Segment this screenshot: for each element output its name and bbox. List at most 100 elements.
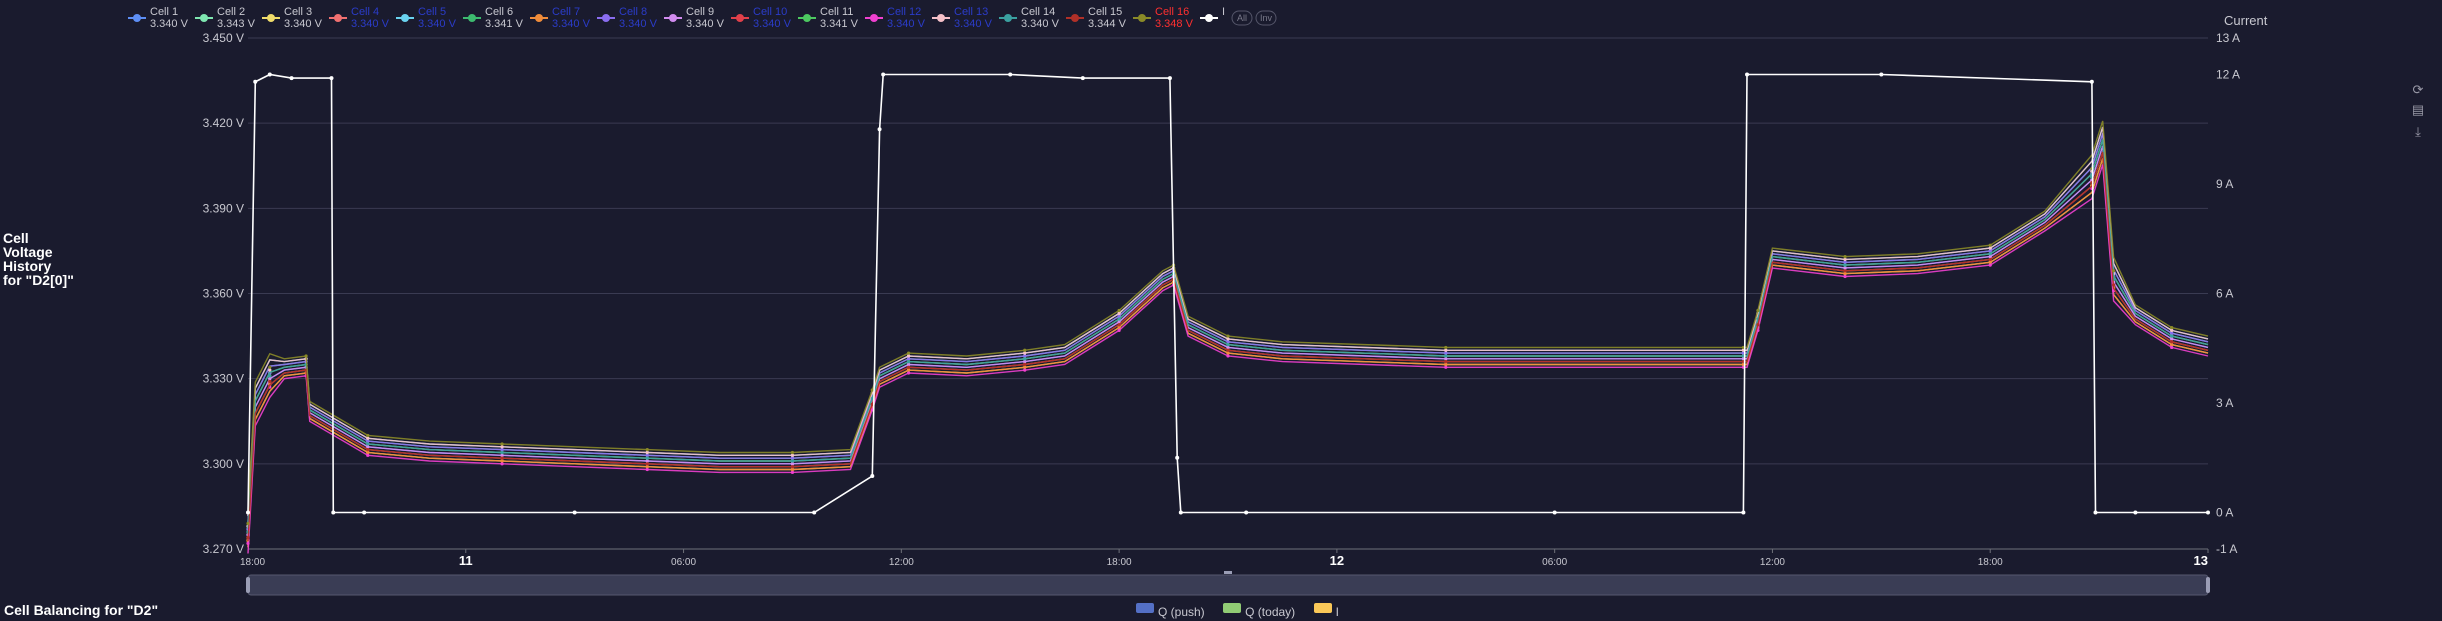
legend-item[interactable]: Cell 13.340 V <box>128 6 189 30</box>
legend-value: 3.344 V <box>1088 18 1127 30</box>
legend-marker <box>468 14 476 22</box>
data-point <box>1444 365 1448 369</box>
data-point <box>366 433 370 438</box>
y-tick-label-right: 13 A <box>2216 31 2240 45</box>
legend-item[interactable]: Cell 163.348 V <box>1133 6 1194 30</box>
x-tick-label: 18:00 <box>1978 557 2003 568</box>
current-point <box>1741 510 1746 515</box>
data-point <box>1023 360 1027 364</box>
current-point <box>1008 72 1013 77</box>
legend-value: 3.341 V <box>820 18 859 30</box>
current-point <box>267 72 272 77</box>
legend-swatch <box>1136 603 1154 613</box>
data-point <box>1226 345 1230 350</box>
data-point <box>366 445 370 449</box>
y-tick-label-left: 3.390 V <box>203 201 244 215</box>
data-point <box>1226 343 1230 347</box>
data-point <box>1756 308 1760 313</box>
data-point <box>1988 263 1992 267</box>
legend-item[interactable]: Cell 63.341 V <box>463 6 524 30</box>
data-point <box>790 470 795 474</box>
data-point <box>1226 337 1230 341</box>
y-tick-label-left: 3.450 V <box>203 31 244 45</box>
legend-item[interactable]: I <box>1200 6 1225 22</box>
x-tick-label: 06:00 <box>1542 557 1567 568</box>
legend-label[interactable]: Q (today) <box>1245 605 1295 619</box>
legend-item[interactable]: Cell 83.340 V <box>597 6 658 30</box>
legend-item[interactable]: Cell 123.340 V <box>865 6 926 30</box>
series-line-cell-5 <box>247 126 2209 517</box>
data-point <box>645 456 649 460</box>
legend-marker <box>669 14 677 22</box>
current-point <box>870 474 875 478</box>
legend-label[interactable]: I <box>1336 605 1339 619</box>
data-point <box>645 462 649 466</box>
legend-item[interactable]: Cell 73.340 V <box>530 6 591 30</box>
data-point <box>1226 340 1230 344</box>
data-point <box>1444 362 1448 367</box>
legend-item[interactable]: Cell 153.344 V <box>1066 6 1127 30</box>
legend-item[interactable]: Cell 133.340 V <box>932 6 993 30</box>
data-point <box>1023 362 1027 367</box>
series-line-cell-13 <box>247 126 2209 517</box>
data-point <box>1843 254 1847 259</box>
data-point <box>246 521 250 526</box>
data-point <box>366 450 370 455</box>
legend-name: Cell 7 <box>552 6 580 18</box>
current-point <box>331 510 336 515</box>
cell-voltage-chart: 3.270 V 3.300 V 3.330 V 3.360 V 3.390 V 3.420… <box>128 6 2268 596</box>
y-tick-label-right: 6 A <box>2216 287 2233 301</box>
legend-item[interactable]: Cell 93.340 V <box>664 6 725 30</box>
legend-marker <box>535 14 543 22</box>
data-point <box>2170 343 2174 347</box>
data-point <box>1226 334 1230 338</box>
zoom-slider-track[interactable] <box>247 574 2209 596</box>
legend-item[interactable]: Cell 143.340 V <box>999 6 1060 30</box>
data-point <box>1988 257 1992 262</box>
data-point <box>906 371 911 375</box>
save-image-icon[interactable]: ⤓ <box>2410 124 2426 140</box>
data-point <box>1444 357 1448 361</box>
legend-marker <box>736 14 744 22</box>
zoom-handle-left[interactable] <box>246 577 250 593</box>
legend-name: Cell 4 <box>351 6 379 18</box>
data-view-icon[interactable]: ▤ <box>2410 102 2426 118</box>
data-point <box>906 351 911 355</box>
legend-swatch <box>1223 603 1242 613</box>
data-point <box>1988 260 1992 264</box>
legend-value: 3.340 V <box>954 18 993 30</box>
x-tick-label: 12:00 <box>1760 557 1785 568</box>
current-point <box>881 72 886 77</box>
data-point <box>906 357 911 361</box>
legend-item[interactable]: Cell 53.340 V <box>396 6 457 30</box>
y-tick-label-right: -1 A <box>2216 542 2237 556</box>
data-point <box>1226 354 1230 358</box>
legend-value: 3.340 V <box>284 18 323 30</box>
legend-label[interactable]: Q (push) <box>1158 605 1205 619</box>
data-point <box>1843 272 1847 276</box>
data-point <box>790 459 795 463</box>
current-point <box>2133 510 2138 515</box>
data-point <box>1117 311 1121 315</box>
legend-item[interactable]: Cell 43.340 V <box>329 6 390 30</box>
zoom-move-handle[interactable] <box>1224 571 1232 574</box>
zoom-handle-right[interactable] <box>2206 577 2210 593</box>
data-point <box>790 456 795 460</box>
data-point <box>1444 360 1448 364</box>
legend-marker <box>1004 14 1012 22</box>
restore-icon[interactable]: ⟳ <box>2410 82 2426 98</box>
current-point <box>1167 76 1172 81</box>
legend-item[interactable]: Cell 103.340 V <box>731 6 792 30</box>
data-point <box>500 456 504 460</box>
data-point <box>1756 323 1760 327</box>
legend-value: 3.340 V <box>552 18 591 30</box>
legend-item[interactable]: Cell 33.340 V <box>262 6 323 30</box>
data-point <box>2170 328 2174 333</box>
legend-item[interactable]: Cell 23.343 V <box>195 6 256 30</box>
data-point <box>1988 254 1992 259</box>
legend-marker <box>803 14 811 22</box>
x-tick-label: 12 <box>1330 553 1344 568</box>
legend-value: 3.340 V <box>150 18 189 30</box>
legend-item[interactable]: Cell 113.341 V <box>798 6 859 30</box>
data-point <box>645 453 649 457</box>
